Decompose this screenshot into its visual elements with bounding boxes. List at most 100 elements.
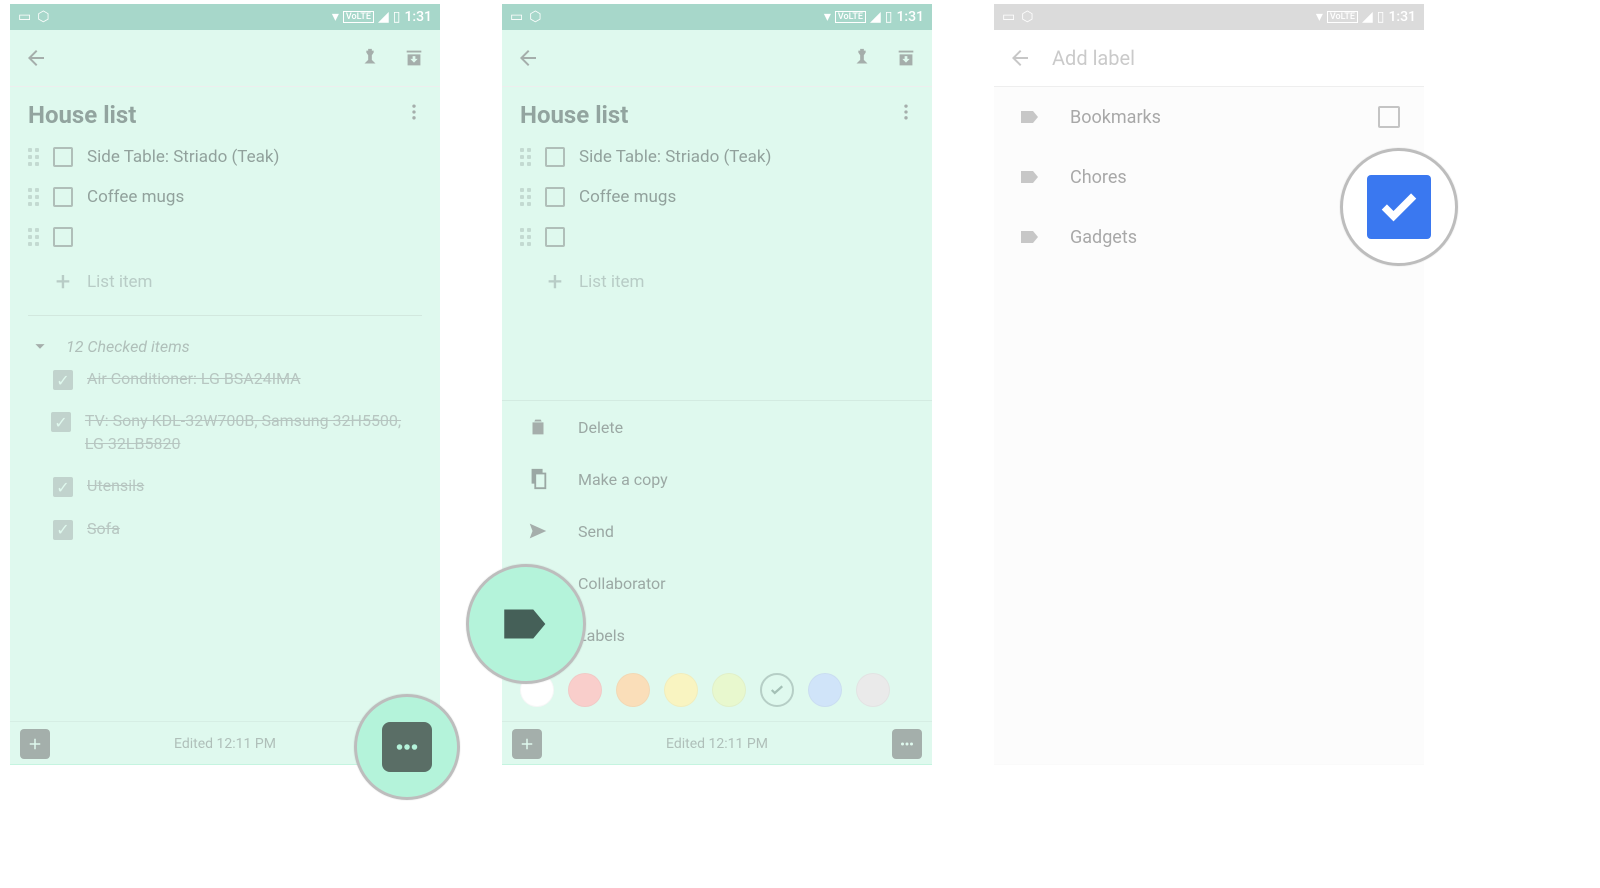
archive-icon[interactable] [402, 46, 426, 70]
back-icon[interactable] [24, 46, 48, 70]
color-swatch[interactable] [712, 673, 746, 707]
picture-icon: ▭ [1002, 9, 1015, 25]
send-icon [526, 519, 550, 543]
list-item[interactable]: Side Table: Striado (Teak) [10, 137, 440, 177]
phone-screen-1: ▭ ⬡ ▾ VoLTE ◢ ▯ 1:31 House list [10, 4, 440, 764]
checkbox[interactable] [545, 147, 565, 167]
color-swatch[interactable] [664, 673, 698, 707]
sheet-copy[interactable]: Make a copy [502, 453, 932, 505]
drag-handle-icon[interactable] [28, 148, 39, 166]
drag-handle-icon[interactable] [520, 228, 531, 246]
list-item-done-text: Air Conditioner: LG BSA24IMA [87, 368, 301, 390]
more-button[interactable] [892, 729, 922, 759]
signal-icon: ◢ [378, 9, 389, 25]
add-button[interactable] [20, 729, 50, 759]
copy-icon [526, 467, 550, 491]
color-swatch[interactable] [568, 673, 602, 707]
dropbox-icon: ⬡ [1021, 9, 1033, 25]
list-item-done[interactable]: ✓ Sofa [10, 508, 440, 550]
add-list-item[interactable]: + List item [502, 257, 932, 307]
note-body: House list Side Table: Striado (Teak) Co… [10, 87, 440, 721]
list-item-text[interactable]: Coffee mugs [579, 187, 676, 207]
list-item-text[interactable]: Side Table: Striado (Teak) [579, 147, 771, 167]
plus-icon: + [545, 267, 565, 297]
checked-icon [1367, 175, 1431, 239]
wifi-icon: ▾ [332, 9, 339, 25]
app-bar: Add label [994, 30, 1424, 86]
callout-more-button [354, 694, 460, 800]
checkbox-checked[interactable]: ✓ [53, 370, 73, 390]
note-title[interactable]: House list [10, 87, 154, 137]
drag-handle-icon[interactable] [520, 188, 531, 206]
add-list-item[interactable]: + List item [10, 257, 440, 307]
trash-icon [526, 415, 550, 439]
phone-screen-3: ▭ ⬡ ▾ VoLTE ◢ ▯ 1:31 Add label Bookmarks… [994, 4, 1424, 764]
list-item-text[interactable]: Side Table: Striado (Teak) [87, 147, 279, 167]
picture-icon: ▭ [18, 9, 31, 25]
color-swatch[interactable] [760, 673, 794, 707]
new-item-placeholder: List item [579, 272, 644, 292]
list-item-done-text: Sofa [87, 518, 120, 540]
checkbox[interactable] [53, 147, 73, 167]
color-picker [502, 661, 932, 721]
list-item-done-text: Utensils [87, 475, 144, 497]
bottom-sheet: Delete Make a copy Send Collaborator Lab… [502, 400, 932, 721]
add-button[interactable] [512, 729, 542, 759]
status-bar: ▭ ⬡ ▾ VoLTE ◢ ▯ 1:31 [502, 4, 932, 30]
color-swatch[interactable] [808, 673, 842, 707]
label-row[interactable]: Bookmarks [994, 87, 1424, 147]
add-label-input[interactable]: Add label [1052, 46, 1135, 70]
list-item-done[interactable]: ✓ Utensils [10, 465, 440, 507]
color-swatch[interactable] [856, 673, 890, 707]
list-item[interactable]: Coffee mugs [502, 177, 932, 217]
pin-icon[interactable] [358, 46, 382, 70]
sheet-send-label: Send [578, 522, 614, 541]
dropbox-icon: ⬡ [529, 9, 541, 25]
overflow-icon[interactable] [894, 100, 918, 124]
app-bar [10, 30, 440, 86]
status-bar: ▭ ⬡ ▾ VoLTE ◢ ▯ 1:31 [994, 4, 1424, 30]
archive-icon[interactable] [894, 46, 918, 70]
pin-icon[interactable] [850, 46, 874, 70]
sheet-send[interactable]: Send [502, 505, 932, 557]
wifi-icon: ▾ [824, 9, 831, 25]
drag-handle-icon[interactable] [28, 228, 39, 246]
checkbox-checked[interactable]: ✓ [51, 412, 71, 432]
checkbox[interactable] [53, 187, 73, 207]
list-item[interactable]: Side Table: Striado (Teak) [502, 137, 932, 177]
label-icon [1018, 165, 1042, 189]
list-item-empty[interactable] [10, 217, 440, 257]
drag-handle-icon[interactable] [520, 148, 531, 166]
app-bar [502, 30, 932, 86]
clock-text: 1:31 [404, 9, 432, 25]
list-item-empty[interactable] [502, 217, 932, 257]
chevron-down-icon [28, 334, 52, 358]
checkbox[interactable] [545, 227, 565, 247]
checkbox[interactable] [53, 227, 73, 247]
picture-icon: ▭ [510, 9, 523, 25]
clock-text: 1:31 [896, 9, 924, 25]
label-checkbox[interactable] [1378, 106, 1400, 128]
checkbox[interactable] [545, 187, 565, 207]
overflow-icon[interactable] [402, 100, 426, 124]
list-item-text[interactable]: Coffee mugs [87, 187, 184, 207]
battery-icon: ▯ [393, 9, 401, 25]
note-title[interactable]: House list [502, 87, 646, 137]
status-bar: ▭ ⬡ ▾ VoLTE ◢ ▯ 1:31 [10, 4, 440, 30]
plus-icon: + [53, 267, 73, 297]
volte-icon: VoLTE [1327, 11, 1358, 23]
label-name: Bookmarks [1070, 107, 1161, 128]
drag-handle-icon[interactable] [28, 188, 39, 206]
back-icon[interactable] [516, 46, 540, 70]
checkbox-checked[interactable]: ✓ [53, 520, 73, 540]
list-item-done[interactable]: ✓ TV: Sony KDL-32W700B, Samsung 32H5500,… [10, 400, 440, 465]
bottom-bar: Edited 12:11 PM [502, 721, 932, 765]
list-item[interactable]: Coffee mugs [10, 177, 440, 217]
checkbox-checked[interactable]: ✓ [53, 477, 73, 497]
checked-items-header[interactable]: 12 Checked items [10, 324, 440, 358]
color-swatch[interactable] [616, 673, 650, 707]
back-icon[interactable] [1008, 46, 1032, 70]
list-item-done[interactable]: ✓ Air Conditioner: LG BSA24IMA [10, 358, 440, 400]
sheet-delete[interactable]: Delete [502, 401, 932, 453]
new-item-placeholder: List item [87, 272, 152, 292]
